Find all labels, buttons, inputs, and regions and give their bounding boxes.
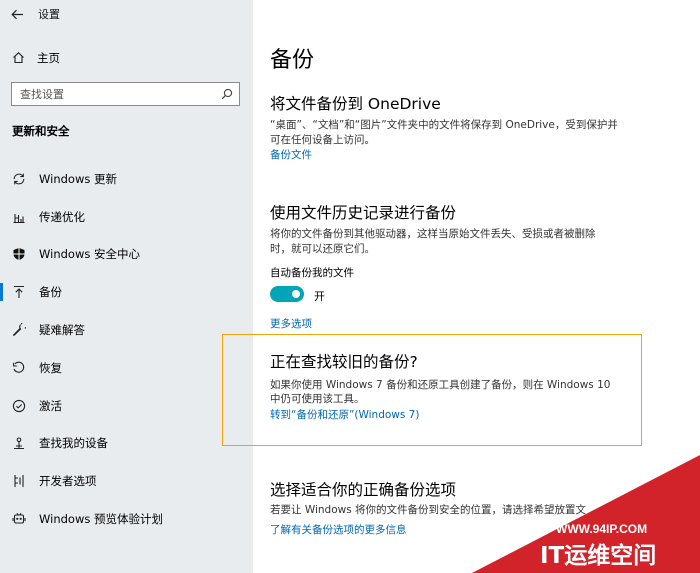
- find-device-icon: [12, 436, 26, 450]
- watermark: WWW.94IP.COM IT运维空间: [472, 455, 700, 573]
- sidebar-home-label: 主页: [37, 51, 60, 65]
- sidebar-item-label: Windows 更新: [39, 171, 117, 186]
- search-input[interactable]: [20, 87, 215, 101]
- sidebar-item-activation[interactable]: 激活: [0, 387, 253, 425]
- search-icon[interactable]: [215, 88, 239, 100]
- sidebar-item-label: 疑难解答: [39, 323, 85, 338]
- watermark-url: WWW.94IP.COM: [556, 522, 647, 536]
- sidebar-item-find-device[interactable]: 查找我的设备: [0, 425, 253, 463]
- toggle-state-label: 开: [314, 290, 325, 303]
- older-backup-desc-line2: 中仍可使用该工具。: [270, 393, 365, 405]
- older-backup-heading: 正在查找较旧的备份?: [270, 353, 418, 371]
- page-title: 备份: [270, 48, 315, 73]
- sidebar-item-label: 激活: [39, 398, 62, 413]
- sidebar-item-label: 备份: [39, 285, 62, 300]
- sidebar-item-label: 传递优化: [39, 209, 85, 224]
- insider-icon: [12, 512, 26, 526]
- app-title: 设置: [38, 8, 60, 21]
- sidebar-item-label: 恢复: [39, 360, 62, 375]
- file-history-desc-line1: 将你的文件备份到其他驱动器，这样当原始文件丢失、受损或者被删除: [270, 228, 596, 240]
- onedrive-heading: 将文件备份到 OneDrive: [270, 95, 441, 113]
- choose-backup-heading: 选择适合你的正确备份选项: [270, 481, 457, 499]
- sidebar-item-troubleshoot[interactable]: 疑难解答: [0, 311, 253, 349]
- sidebar-item-security-center[interactable]: Windows 安全中心: [0, 236, 253, 274]
- file-history-desc-line2: 时，就可以还原它们。: [270, 243, 375, 255]
- sidebar-item-label: Windows 预览体验计划: [39, 512, 163, 527]
- sidebar-item-home[interactable]: 主页: [0, 45, 253, 71]
- onedrive-desc-line2: 可在任何设备上访问。: [270, 134, 375, 146]
- developer-icon: [12, 474, 26, 488]
- sidebar: 设置 主页 更新和安全 Windows 更新 传递优化: [0, 0, 253, 573]
- nav-list: Windows 更新 传递优化 Windows 安全中心 备份 疑难解答 恢复 …: [0, 160, 253, 538]
- backup-arrow-icon: [12, 285, 26, 299]
- back-arrow-icon: [10, 9, 23, 19]
- sidebar-item-label: 开发者选项: [39, 474, 97, 489]
- check-circle-icon: [12, 399, 26, 413]
- recovery-icon: [12, 361, 26, 375]
- sidebar-item-delivery-optimization[interactable]: 传递优化: [0, 198, 253, 236]
- older-backup-desc-line1: 如果你使用 Windows 7 备份和还原工具创建了备份，则在 Windows …: [270, 379, 611, 391]
- sidebar-item-insider[interactable]: Windows 预览体验计划: [0, 500, 253, 538]
- sidebar-item-backup[interactable]: 备份: [0, 273, 253, 311]
- title-bar: 设置: [0, 0, 253, 28]
- learn-more-link[interactable]: 了解有关备份选项的更多信息: [270, 522, 407, 537]
- more-options-link[interactable]: 更多选项: [270, 316, 312, 331]
- sidebar-item-label: 查找我的设备: [39, 436, 108, 451]
- toggle-knob: [292, 290, 300, 298]
- watermark-brand: IT运维空间: [540, 542, 656, 569]
- backup-restore-link[interactable]: 转到“备份和还原”(Windows 7): [270, 407, 419, 422]
- sidebar-item-windows-update[interactable]: Windows 更新: [0, 160, 253, 198]
- search-box[interactable]: [11, 82, 240, 106]
- sidebar-item-recovery[interactable]: 恢复: [0, 349, 253, 387]
- back-button[interactable]: [0, 1, 34, 27]
- sidebar-item-developer[interactable]: 开发者选项: [0, 462, 253, 500]
- file-history-heading: 使用文件历史记录进行备份: [270, 204, 457, 222]
- onedrive-desc-line1: “桌面”、“文档”和“图片”文件夹中的文件将保存到 OneDrive，受到保护并: [270, 119, 618, 131]
- shield-icon: [12, 247, 26, 261]
- sync-icon: [12, 172, 26, 186]
- home-icon: [12, 49, 25, 68]
- auto-backup-toggle[interactable]: [270, 286, 304, 302]
- section-title: 更新和安全: [12, 124, 70, 138]
- auto-backup-label: 自动备份我的文件: [270, 267, 354, 279]
- delivery-optimization-icon: [12, 210, 26, 224]
- backup-files-link[interactable]: 备份文件: [270, 147, 312, 162]
- sidebar-item-label: Windows 安全中心: [39, 247, 140, 262]
- wrench-icon: [12, 323, 26, 337]
